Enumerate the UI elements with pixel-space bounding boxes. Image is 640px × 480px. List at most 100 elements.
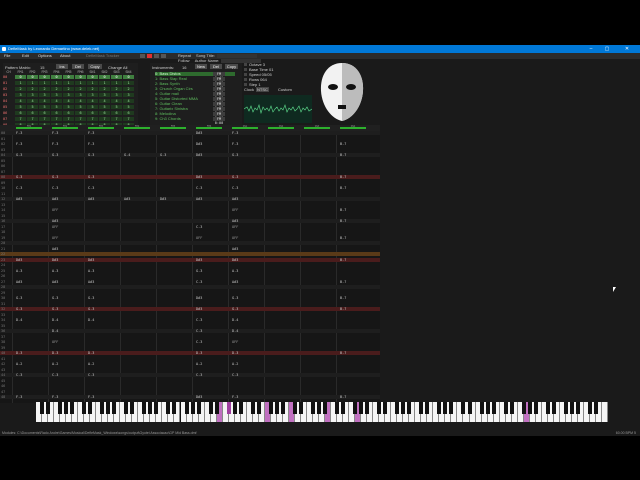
note-cell[interactable]	[340, 241, 370, 245]
pm-cell[interactable]: 6	[39, 111, 50, 115]
note-cell[interactable]	[16, 384, 46, 388]
title-bar[interactable]: DefleMask by Leonardo Demartino (www.del…	[0, 45, 640, 53]
pm-cell[interactable]: 3	[111, 93, 122, 97]
note-cell[interactable]: G-3	[232, 296, 262, 300]
note-cell[interactable]: D#3	[196, 258, 226, 262]
note-cell[interactable]	[232, 285, 262, 289]
note-cell[interactable]: G-3	[16, 153, 46, 157]
note-cell[interactable]	[16, 148, 46, 152]
note-cell[interactable]: A-2	[16, 362, 46, 366]
note-cell[interactable]	[232, 203, 262, 207]
note-cell[interactable]	[304, 379, 334, 383]
note-cell[interactable]	[88, 214, 118, 218]
note-cell[interactable]	[268, 285, 298, 289]
note-cell[interactable]	[124, 335, 154, 339]
note-cell[interactable]: G-4	[124, 153, 154, 157]
pm-cell[interactable]: 3	[27, 93, 38, 97]
note-cell[interactable]	[160, 274, 190, 278]
piano-black-key[interactable]	[407, 402, 412, 414]
note-cell[interactable]	[52, 170, 82, 174]
tracker-row[interactable]: 36 D-4 C-3 D-4	[0, 329, 380, 333]
channel-volume-meter[interactable]	[304, 127, 330, 129]
note-cell[interactable]	[268, 379, 298, 383]
note-cell[interactable]	[232, 335, 262, 339]
pattern-ins-button[interactable]: Ins	[56, 64, 68, 69]
note-cell[interactable]: C-3	[52, 186, 82, 190]
tracker-row[interactable]: 24	[0, 263, 380, 267]
note-cell[interactable]: D#3	[52, 258, 82, 262]
note-cell[interactable]	[268, 368, 298, 372]
pattern-copy-button[interactable]: Copy	[88, 64, 102, 69]
pm-cell[interactable]: 4	[27, 99, 38, 103]
note-cell[interactable]: A#3	[196, 197, 226, 201]
pm-cell[interactable]: 2	[123, 87, 134, 91]
note-cell[interactable]	[340, 137, 370, 141]
note-cell[interactable]	[124, 307, 154, 311]
tracker-row[interactable]: 03	[0, 148, 380, 152]
note-cell[interactable]: D-4	[52, 318, 82, 322]
note-cell[interactable]	[124, 219, 154, 223]
note-cell[interactable]	[232, 148, 262, 152]
note-cell[interactable]	[160, 395, 190, 399]
note-cell[interactable]: F-3	[88, 395, 118, 399]
pm-cell[interactable]: 1	[123, 81, 134, 85]
note-cell[interactable]	[160, 252, 190, 256]
tracker-row[interactable]: 11	[0, 192, 380, 196]
note-cell[interactable]	[160, 236, 190, 240]
pm-cell[interactable]: 0	[75, 75, 86, 79]
note-cell[interactable]	[124, 192, 154, 196]
note-cell[interactable]	[160, 307, 190, 311]
pm-cell[interactable]: 4	[51, 99, 62, 103]
note-cell[interactable]: OFF	[232, 236, 262, 240]
note-cell[interactable]: A#3	[88, 197, 118, 201]
pm-cell[interactable]: 1	[99, 81, 110, 85]
note-cell[interactable]	[16, 214, 46, 218]
note-cell[interactable]	[124, 362, 154, 366]
note-cell[interactable]: B-7	[340, 142, 370, 146]
piano-black-key[interactable]	[359, 402, 364, 414]
pm-cell[interactable]: 5	[51, 105, 62, 109]
note-cell[interactable]	[304, 148, 334, 152]
note-cell[interactable]	[304, 373, 334, 377]
note-cell[interactable]	[16, 274, 46, 278]
note-cell[interactable]: OFF	[52, 208, 82, 212]
pm-cell[interactable]: 2	[75, 87, 86, 91]
tracker-row[interactable]: 37	[0, 335, 380, 339]
note-cell[interactable]	[304, 214, 334, 218]
pm-cell[interactable]: 3	[87, 93, 98, 97]
note-cell[interactable]: OFF	[52, 236, 82, 240]
note-cell[interactable]	[304, 263, 334, 267]
note-cell[interactable]: D#3	[232, 258, 262, 262]
piano-black-key[interactable]	[443, 402, 448, 414]
note-cell[interactable]: F-3	[232, 131, 262, 135]
tracker-row[interactable]: 22	[0, 252, 380, 256]
tracker-row[interactable]: 40 D-3 D-3 D-3 D-3 D-3 B-7	[0, 351, 380, 355]
piano-black-key[interactable]	[238, 402, 243, 414]
note-cell[interactable]	[88, 357, 118, 361]
note-cell[interactable]: C-3	[196, 225, 226, 229]
note-cell[interactable]: D-4	[88, 318, 118, 322]
note-cell[interactable]	[16, 170, 46, 174]
note-cell[interactable]	[124, 384, 154, 388]
note-cell[interactable]	[88, 329, 118, 333]
note-cell[interactable]	[340, 340, 370, 344]
note-cell[interactable]	[304, 236, 334, 240]
note-cell[interactable]	[124, 318, 154, 322]
note-cell[interactable]	[268, 159, 298, 163]
note-cell[interactable]	[160, 362, 190, 366]
note-cell[interactable]	[160, 241, 190, 245]
tracker-row[interactable]: 01	[0, 137, 380, 141]
note-cell[interactable]	[16, 263, 46, 267]
piano-black-key[interactable]	[88, 402, 93, 414]
piano-black-key[interactable]	[335, 402, 340, 414]
tracker-row[interactable]: 45	[0, 379, 380, 383]
note-cell[interactable]	[196, 192, 226, 196]
note-cell[interactable]	[52, 357, 82, 361]
note-cell[interactable]: C-3	[196, 329, 226, 333]
piano-white-key[interactable]	[601, 402, 608, 422]
note-cell[interactable]	[160, 230, 190, 234]
note-cell[interactable]: F-3	[52, 142, 82, 146]
piano-black-key[interactable]	[154, 402, 159, 414]
note-cell[interactable]	[160, 313, 190, 317]
note-cell[interactable]	[124, 329, 154, 333]
